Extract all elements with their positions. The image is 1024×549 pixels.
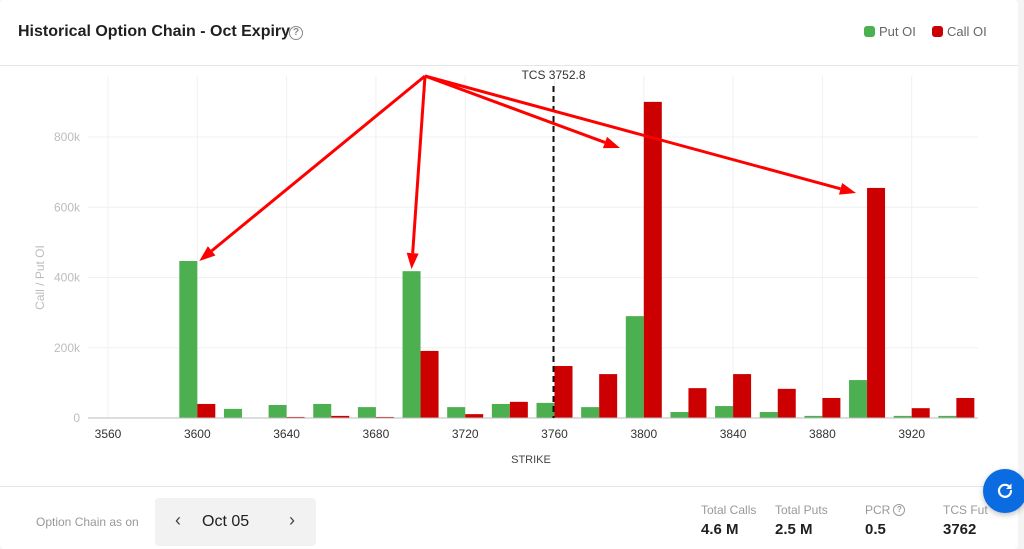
y-axis-label: Call / Put OI (33, 245, 47, 310)
put-legend-swatch (864, 26, 875, 37)
stat-value: 0.5 (865, 521, 886, 538)
put-oi-bar (179, 260, 198, 418)
card-footer: Option Chain as on ‹ Oct 05 › Total Call… (0, 486, 1018, 549)
annotation-arrow-shaft (411, 75, 427, 254)
question-circle-icon[interactable]: ? (289, 26, 303, 40)
stat-tcs-fut: TCS Fut 3762 (943, 503, 988, 538)
call-oi-bar (688, 388, 707, 418)
x-tick-label: 3600 (184, 427, 211, 441)
call-oi-bar (643, 101, 662, 418)
call-oi-bar (197, 403, 216, 418)
annotation-arrow-head (838, 183, 856, 195)
put-oi-bar (625, 316, 644, 418)
stat-value: 2.5 M (775, 521, 813, 538)
x-tick-label: 3560 (95, 427, 122, 441)
selected-date[interactable]: Oct 05 (202, 513, 249, 531)
legend-item-call[interactable]: Call OI (932, 24, 987, 39)
bars (179, 101, 975, 418)
annotation-arrow-head (406, 252, 419, 270)
stat-label: TCS Fut (943, 503, 988, 517)
question-circle-icon[interactable]: ? (893, 504, 906, 516)
as-of-label: Option Chain as on (36, 515, 139, 529)
put-oi-bar (313, 403, 332, 418)
call-oi-bar (599, 374, 618, 418)
date-picker: ‹ Oct 05 › (155, 498, 316, 546)
x-tick-label: 3760 (541, 427, 568, 441)
x-tick-label: 3720 (452, 427, 479, 441)
put-oi-bar (581, 407, 600, 418)
stat-total-puts: Total Puts 2.5 M (775, 503, 828, 538)
put-oi-bar (849, 380, 868, 418)
grid (88, 76, 978, 418)
put-oi-bar (402, 271, 421, 418)
x-axis-ticks: 3560 3600 3640 3680 3720 3760 3800 3840 3880 3920 (95, 427, 926, 441)
oi-bar-chart: 0 200k 400k 600k 800k 3560 3600 3640 3680 3720 37… (33, 68, 978, 466)
call-legend-swatch (932, 26, 943, 37)
y-axis-ticks: 0 200k 400k 600k 800k (54, 130, 81, 425)
x-tick-label: 3840 (720, 427, 747, 441)
call-oi-bar (509, 401, 528, 418)
annotation-arrow-shaft (424, 74, 606, 144)
stat-label: PCR (865, 503, 891, 517)
put-oi-bar (447, 407, 466, 418)
put-oi-bar (491, 403, 510, 418)
put-oi-bar (536, 402, 555, 418)
x-tick-label: 3880 (809, 427, 836, 441)
stat-label: Total Calls (701, 503, 757, 517)
call-oi-bar (822, 397, 841, 418)
refresh-icon (997, 483, 1013, 498)
call-oi-bar (777, 388, 796, 418)
put-oi-bar (715, 406, 734, 418)
annotation-arrow-shaft (424, 74, 841, 191)
chevron-left-icon[interactable]: ‹ (170, 510, 186, 531)
card-header: Historical Option Chain - Oct Expiry ? P… (0, 0, 1018, 66)
annotation-arrows (199, 74, 856, 270)
call-oi-bar (733, 374, 752, 418)
refresh-button[interactable] (983, 469, 1024, 513)
x-tick-label: 3680 (363, 427, 390, 441)
put-oi-bar (223, 408, 242, 418)
legend-call-label: Call OI (947, 24, 987, 39)
call-oi-bar (956, 397, 975, 418)
stat-value: 4.6 M (701, 521, 739, 538)
annotation-arrow-head (602, 136, 620, 149)
y-tick-label: 200k (54, 341, 81, 355)
page-title: Historical Option Chain - Oct Expiry (18, 23, 291, 40)
legend-put-label: Put OI (879, 24, 916, 39)
x-tick-label: 3640 (273, 427, 300, 441)
y-tick-label: 800k (54, 130, 81, 144)
call-oi-bar (867, 187, 886, 418)
put-oi-bar (357, 407, 376, 418)
put-oi-bar (670, 412, 689, 418)
call-oi-bar (911, 408, 930, 418)
call-oi-bar (465, 414, 484, 418)
call-oi-bar (554, 366, 573, 418)
x-axis-label: STRIKE (511, 454, 551, 466)
call-oi-bar (420, 350, 439, 418)
y-tick-label: 400k (54, 271, 81, 285)
stat-total-calls: Total Calls 4.6 M (701, 503, 756, 538)
y-tick-label: 600k (54, 200, 81, 214)
y-tick-label: 0 (73, 411, 80, 425)
spot-price-label: TCS 3752.8 (521, 68, 585, 82)
put-oi-bar (268, 405, 287, 418)
x-tick-label: 3800 (630, 427, 657, 441)
stat-value: 3762 (943, 521, 977, 538)
stat-label: Total Puts (775, 503, 828, 517)
chevron-right-icon[interactable]: › (284, 510, 300, 531)
x-tick-label: 3920 (898, 427, 925, 441)
put-oi-bar (759, 412, 778, 418)
legend-item-put[interactable]: Put OI (864, 24, 916, 39)
annotation-arrow-shaft (210, 74, 426, 253)
stat-pcr: PCR? 0.5 (865, 503, 906, 538)
option-chain-card: Historical Option Chain - Oct Expiry ? P… (0, 0, 1018, 549)
